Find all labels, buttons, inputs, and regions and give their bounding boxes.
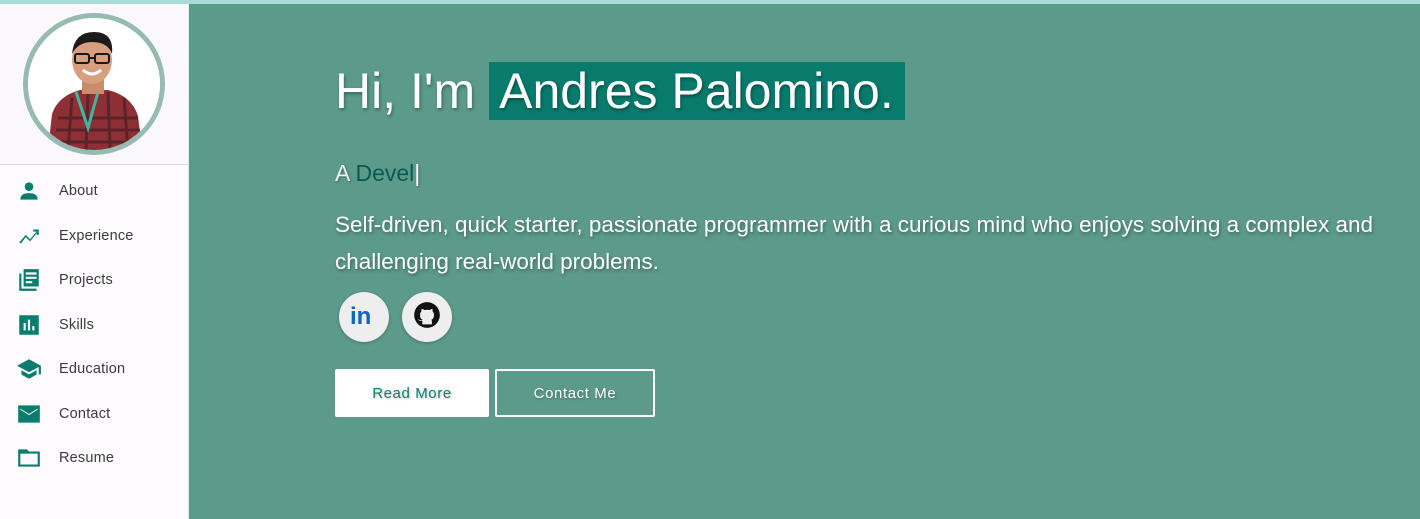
- read-more-button[interactable]: Read More: [335, 369, 489, 417]
- linkedin-link[interactable]: in: [339, 292, 389, 342]
- hero-actions: Read More Contact Me: [335, 369, 655, 417]
- sidebar-item-label: Education: [59, 361, 126, 378]
- mail-icon: [16, 401, 42, 427]
- svg-text:in: in: [350, 303, 371, 327]
- sidebar-item-projects[interactable]: Projects: [0, 258, 188, 303]
- profile-header: [0, 4, 188, 165]
- folder-icon: [16, 445, 42, 471]
- sidebar-item-label: Resume: [59, 450, 115, 467]
- sidebar-item-contact[interactable]: Contact: [0, 392, 188, 437]
- sidebar-item-about[interactable]: About: [0, 169, 188, 214]
- sidebar-item-label: Skills: [59, 316, 95, 333]
- sidebar-item-label: Experience: [59, 227, 134, 244]
- typing-cursor: |: [414, 160, 421, 186]
- sidebar-item-label: Contact: [59, 405, 111, 422]
- avatar: [23, 13, 165, 155]
- sidebar-item-resume[interactable]: Resume: [0, 436, 188, 481]
- hero-title: Hi, I'm Andres Palomino.: [335, 62, 905, 120]
- role-prefix: A: [335, 160, 350, 186]
- trending-up-icon: [16, 223, 42, 249]
- sidebar-item-label: Projects: [59, 272, 113, 289]
- person-icon: [16, 178, 42, 204]
- bar-chart-icon: [16, 312, 42, 338]
- library-books-icon: [16, 267, 42, 293]
- greeting: Hi, I'm: [335, 63, 476, 119]
- hero-bio: Self-driven, quick starter, passionate p…: [335, 212, 1373, 274]
- sidebar-item-skills[interactable]: Skills: [0, 303, 188, 348]
- hero-role: A Devel|: [335, 160, 420, 187]
- linkedin-icon: in: [349, 303, 379, 332]
- hero-name: Andres Palomino.: [489, 62, 905, 120]
- sidebar: About Experience Projects Skills Educati…: [0, 4, 189, 519]
- social-links: in: [339, 292, 452, 342]
- github-link[interactable]: [402, 292, 452, 342]
- role-typed-text: Devel: [355, 160, 415, 186]
- sidebar-item-education[interactable]: Education: [0, 347, 188, 392]
- graduation-cap-icon: [16, 356, 42, 382]
- hero-section: Hi, I'm Andres Palomino. A Devel| Self-d…: [189, 4, 1420, 519]
- profile-photo: [28, 18, 160, 150]
- contact-me-button[interactable]: Contact Me: [495, 369, 655, 417]
- sidebar-nav: About Experience Projects Skills Educati…: [0, 165, 188, 481]
- sidebar-item-experience[interactable]: Experience: [0, 214, 188, 259]
- sidebar-item-label: About: [59, 183, 98, 200]
- github-icon: [413, 301, 441, 334]
